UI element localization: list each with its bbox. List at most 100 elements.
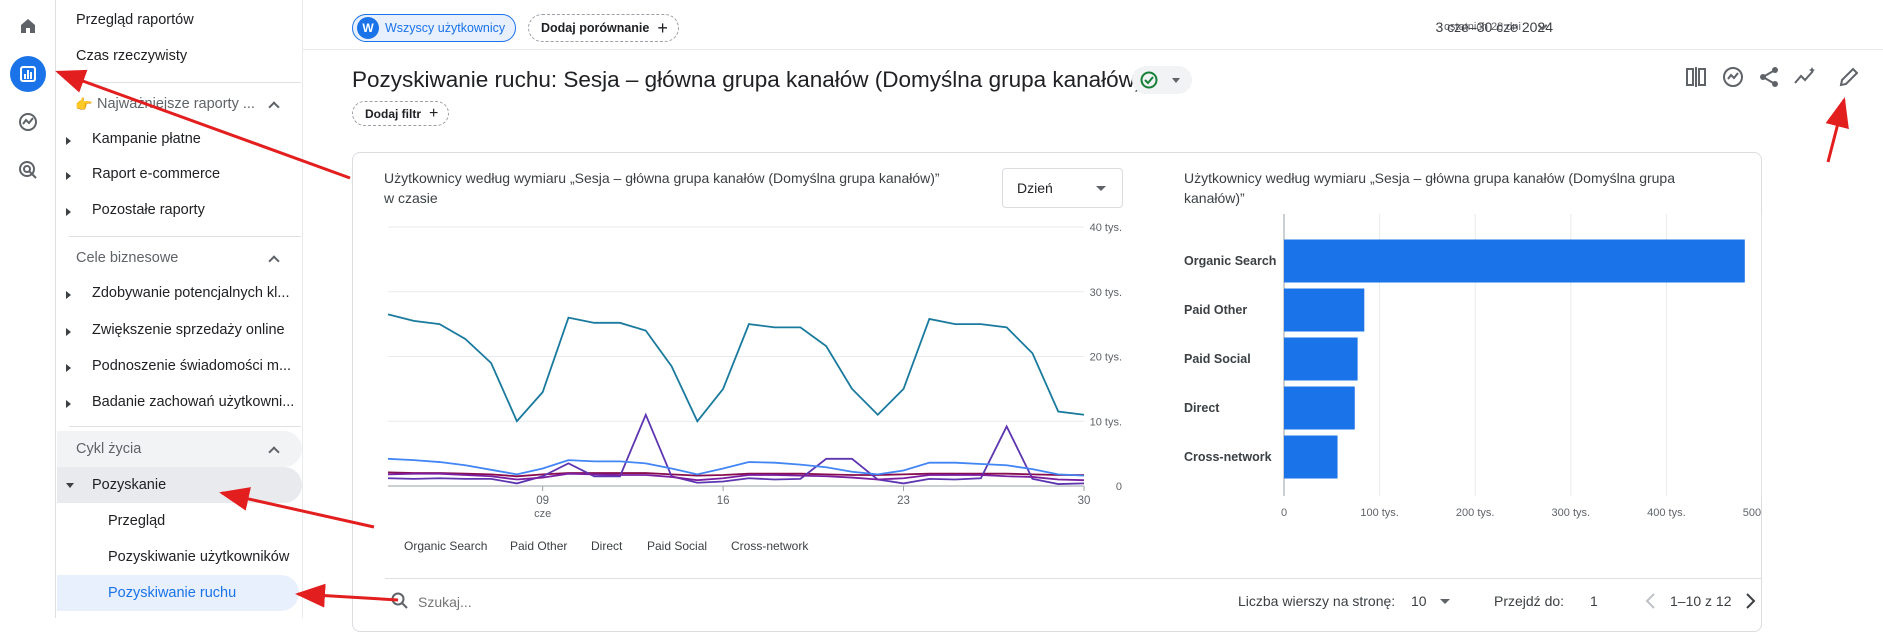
bar-chart-title: Użytkownicy według wymiaru „Sesja – głów… — [1184, 168, 1675, 208]
table-divider — [385, 578, 1762, 579]
expand-arrow-icon[interactable] — [66, 137, 71, 145]
expand-arrow-icon[interactable] — [66, 172, 71, 180]
x-tick-label: 400 tys. — [1647, 507, 1686, 519]
check-circle-icon — [1140, 71, 1158, 89]
y-tick-label: 10 tys. — [1090, 416, 1122, 428]
bar-organic-search[interactable] — [1284, 239, 1745, 283]
sidebar-border — [302, 0, 303, 618]
x-tick-label: 200 tys. — [1456, 507, 1495, 519]
segment-label: Wszyscy użytkownicy — [385, 21, 506, 35]
chevron-up-icon[interactable] — [268, 101, 280, 113]
granularity-dropdown[interactable]: Dzień — [1002, 168, 1123, 208]
page-title: Pozyskiwanie ruchu: Sesja – główna grupa… — [352, 67, 1143, 92]
bar-category-label: Direct — [1184, 401, 1220, 415]
x-tick-label: 100 tys. — [1360, 507, 1399, 519]
sidebar-item-realtime[interactable]: Czas rzeczywisty — [76, 48, 187, 64]
explore-icon[interactable] — [10, 104, 46, 140]
sidebar-item-online-sales[interactable]: Zwiększenie sprzedaży online — [92, 322, 285, 338]
add-filter-label: Dodaj filtr — [365, 106, 421, 121]
nav-rail — [0, 0, 56, 618]
legend-item[interactable]: Organic Search — [404, 539, 487, 553]
bar-paid-other[interactable] — [1284, 288, 1365, 332]
chevron-left-icon[interactable] — [1643, 592, 1659, 610]
edit-pencil-icon[interactable] — [1836, 64, 1862, 90]
group-lifecycle[interactable]: Cykl życia — [76, 441, 141, 457]
expand-arrow-icon[interactable] — [66, 364, 71, 372]
expand-arrow-icon[interactable] — [66, 291, 71, 299]
collapse-arrow-icon[interactable] — [66, 483, 74, 488]
group-top-reports[interactable]: Najważniejsze raporty ... — [97, 96, 255, 112]
x-tick-label: 23 — [897, 495, 910, 507]
legend-item[interactable]: Paid Social — [647, 539, 707, 553]
date-range-value[interactable]: 3 cze–30 cze 2024 — [1435, 19, 1553, 35]
insights-icon[interactable] — [1720, 64, 1746, 90]
bar-chart-title-line2: kanałów)” — [1184, 190, 1245, 206]
rows-per-page-select[interactable]: 10 — [1411, 593, 1427, 609]
x-tick-label: 300 tys. — [1552, 507, 1591, 519]
x-tick-label: 09 — [536, 495, 549, 507]
search-icon — [391, 592, 408, 609]
goto-page-input[interactable]: 1 — [1590, 593, 1598, 609]
bar-chart: 0 100 tys. 200 tys. 300 tys. 400 tys. 500 tys… — [1184, 214, 1762, 519]
sidebar-item-awareness[interactable]: Podnoszenie świadomości m... — [92, 358, 291, 374]
expand-arrow-icon[interactable] — [66, 400, 71, 408]
y-tick-label: 20 tys. — [1090, 352, 1122, 364]
sidebar-item-ecommerce[interactable]: Raport e-commerce — [92, 166, 220, 182]
y-tick-label: 0 — [1116, 481, 1122, 493]
reports-sidebar: Przegląd raportów Czas rzeczywisty 👉 Naj… — [57, 0, 302, 618]
bar-chart-title-line1: Użytkownicy według wymiaru „Sesja – głów… — [1184, 170, 1675, 186]
sidebar-item-reports-snapshot[interactable]: Przegląd raportów — [76, 12, 194, 28]
sidebar-item-leads[interactable]: Zdobywanie potencjalnych kl... — [92, 285, 289, 301]
report-status-chip[interactable] — [1132, 66, 1192, 94]
pointing-hand-icon: 👉 — [75, 96, 93, 112]
segment-avatar: W — [357, 17, 379, 39]
bar-category-label: Organic Search — [1184, 254, 1276, 268]
sidebar-item-acquisition[interactable]: Pozyskanie — [92, 477, 166, 493]
sidebar-item-user-acquisition[interactable]: Pozyskiwanie użytkowników — [108, 549, 289, 565]
compare-columns-icon[interactable] — [1683, 64, 1709, 90]
divider — [69, 236, 301, 237]
trend-sparkle-icon[interactable] — [1792, 64, 1818, 90]
add-comparison-button[interactable]: Dodaj porównanie + — [528, 14, 679, 42]
sidebar-item-traffic-acquisition[interactable]: Pozyskiwanie ruchu — [108, 585, 236, 601]
home-icon[interactable] — [10, 8, 46, 44]
annotation-arrow — [1825, 97, 1849, 163]
bar-cross-network[interactable] — [1284, 435, 1338, 479]
group-business-goals[interactable]: Cele biznesowe — [76, 250, 178, 266]
sidebar-item-acq-overview[interactable]: Przegląd — [108, 513, 165, 529]
expand-arrow-icon[interactable] — [66, 328, 71, 336]
search-input[interactable] — [418, 590, 638, 614]
top-bar: W Wszyscy użytkownicy Dodaj porównanie +… — [302, 0, 1883, 50]
plus-icon: + — [429, 104, 439, 122]
y-tick-label: 40 tys. — [1090, 222, 1122, 234]
line-chart-title-line2: w czasie — [384, 190, 438, 206]
rows-per-page-label: Liczba wierszy na stronę: — [1238, 593, 1396, 609]
bar-category-label: Paid Social — [1184, 352, 1251, 366]
chevron-right-icon[interactable] — [1742, 592, 1758, 610]
segment-chip[interactable]: W Wszyscy użytkownicy — [352, 14, 517, 42]
bar-direct[interactable] — [1284, 386, 1355, 430]
sidebar-item-paid-campaigns[interactable]: Kampanie płatne — [92, 131, 201, 147]
legend-item[interactable]: Cross-network — [731, 539, 808, 553]
series-line-organic-search[interactable] — [387, 313, 1085, 423]
caret-down-icon — [1096, 186, 1106, 191]
x-tick-label: 500 tys. — [1743, 507, 1762, 519]
caret-down-icon[interactable] — [1440, 599, 1450, 604]
legend-item[interactable]: Paid Other — [510, 539, 567, 553]
sidebar-item-other-reports[interactable]: Pozostałe raporty — [92, 202, 205, 218]
bar-paid-social[interactable] — [1284, 337, 1358, 381]
share-icon[interactable] — [1756, 64, 1782, 90]
line-chart-title-line1: Użytkownicy według wymiaru „Sesja – głów… — [384, 170, 940, 186]
add-filter-button[interactable]: Dodaj filtr + — [352, 101, 450, 126]
goto-page-label: Przejdź do: — [1494, 593, 1565, 609]
x-tick-label: 16 — [717, 495, 730, 507]
granularity-value: Dzień — [1017, 180, 1053, 196]
sidebar-item-user-behavior[interactable]: Badanie zachowań użytkowni... — [92, 394, 294, 410]
line-chart-title: Użytkownicy według wymiaru „Sesja – głów… — [384, 168, 940, 208]
expand-arrow-icon[interactable] — [66, 208, 71, 216]
advertising-icon[interactable] — [10, 152, 46, 188]
caret-down-icon — [1172, 78, 1180, 83]
reports-icon[interactable] — [10, 56, 46, 92]
legend-item[interactable]: Direct — [591, 539, 622, 553]
chevron-up-icon[interactable] — [268, 255, 280, 267]
